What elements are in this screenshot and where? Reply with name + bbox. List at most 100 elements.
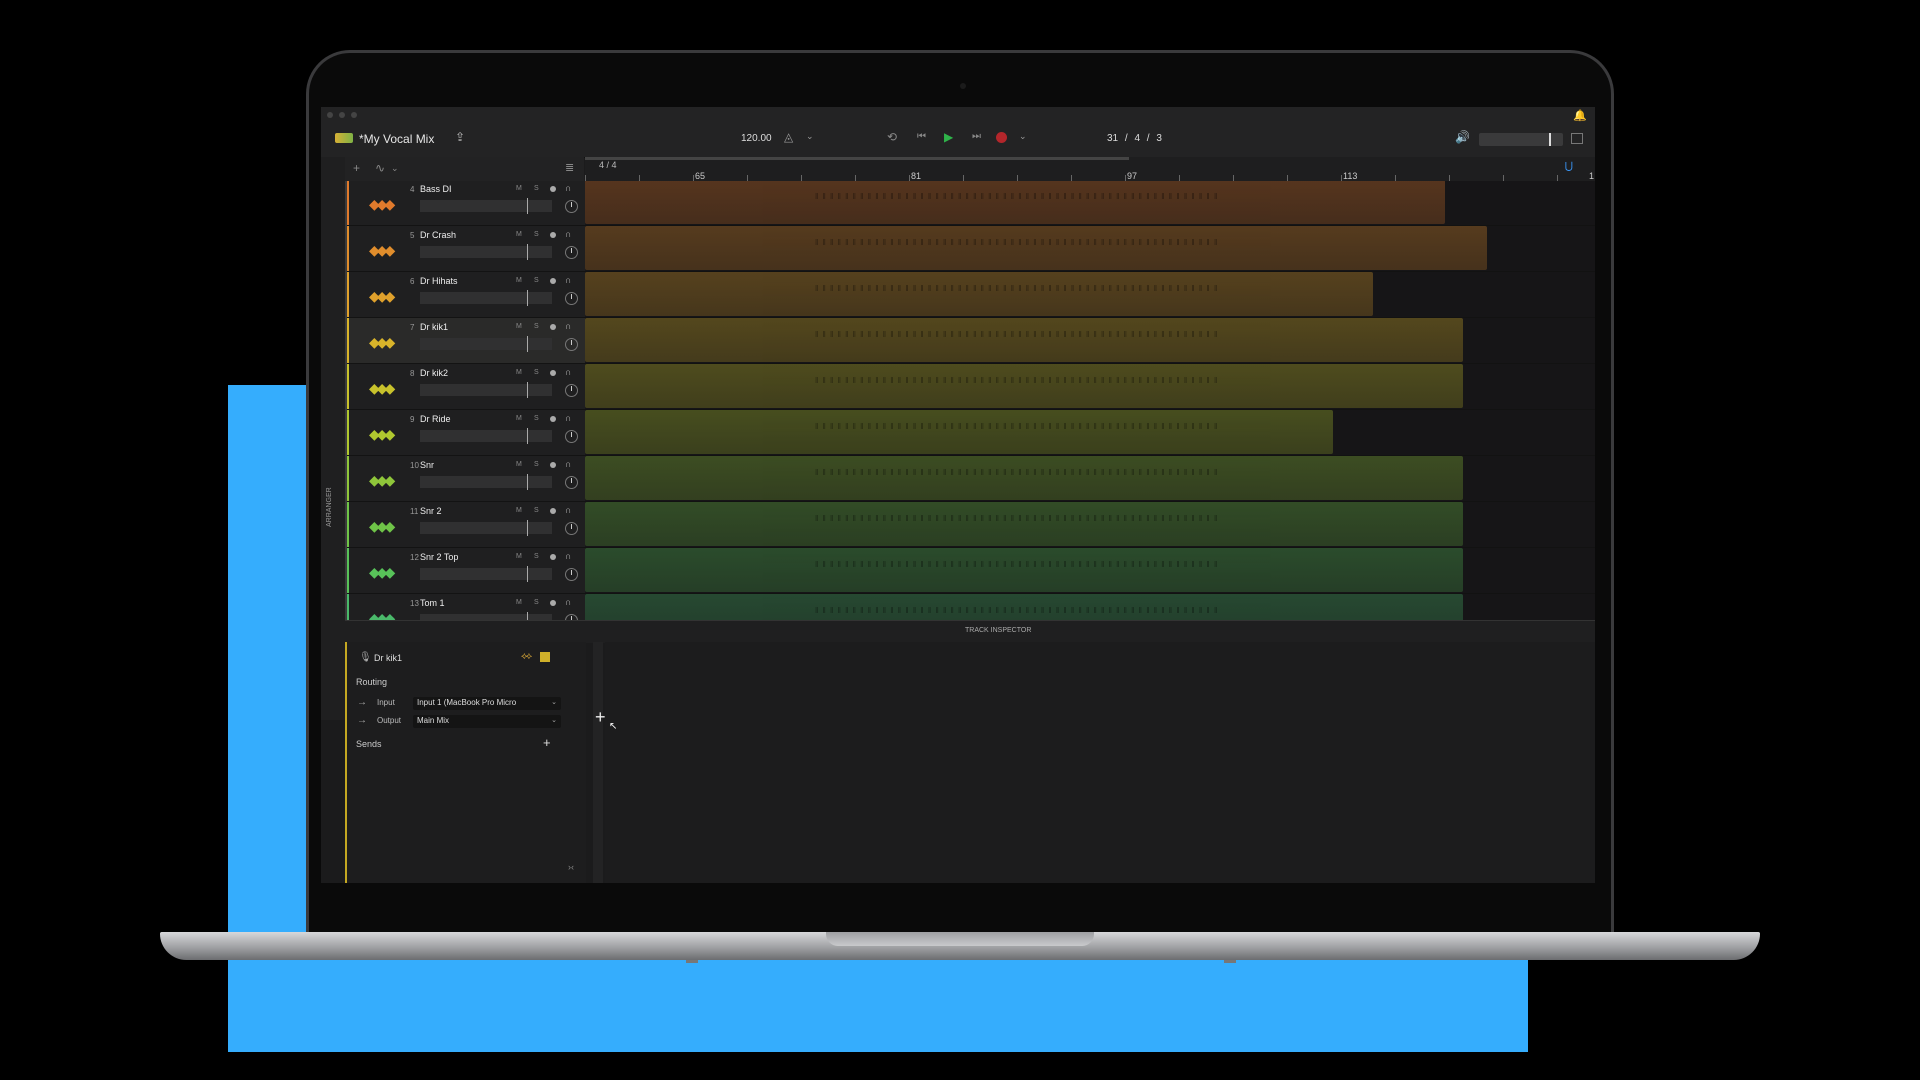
track-lane[interactable]: ‖ ‖ ‖ ‖ ‖ ‖ ‖ ‖ ‖ ‖ ‖ ‖ ‖ ‖ ‖ ‖ ‖ ‖ ‖ ‖ … <box>585 502 1595 548</box>
volume-icon[interactable]: 🔊 <box>1455 130 1470 144</box>
inspector-divider[interactable] <box>593 642 603 883</box>
volume-fader[interactable] <box>420 430 552 442</box>
pan-knob[interactable] <box>565 200 578 213</box>
output-select[interactable]: Main Mix ⌄ <box>413 715 561 728</box>
track-row[interactable]: ◆◆◆ 4 Bass DI M S ∩ <box>347 181 586 226</box>
headphones-icon[interactable]: ∩ <box>565 321 571 331</box>
volume-fader[interactable] <box>420 568 552 580</box>
track-row[interactable]: ◆◆◆ 10 Snr M S ∩ <box>347 456 586 502</box>
snap-magnet-icon[interactable]: ⋃ <box>1565 161 1573 172</box>
solo-button[interactable]: S <box>534 185 539 192</box>
bell-icon[interactable]: 🔔 <box>1573 109 1587 122</box>
track-name[interactable]: Tom 1 <box>420 598 445 608</box>
volume-fader[interactable] <box>420 384 552 396</box>
track-lane[interactable]: ‖ ‖ ‖ ‖ ‖ ‖ ‖ ‖ ‖ ‖ ‖ ‖ ‖ ‖ ‖ ‖ ‖ ‖ ‖ ‖ … <box>585 226 1595 272</box>
fader-thumb[interactable] <box>527 336 528 352</box>
arrange-lanes[interactable]: ‖ ‖ ‖ ‖ ‖ ‖ ‖ ‖ ‖ ‖ ‖ ‖ ‖ ‖ ‖ ‖ ‖ ‖ ‖ ‖ … <box>585 181 1595 620</box>
horizontal-scrollbar[interactable] <box>585 157 1129 160</box>
mute-button[interactable]: M <box>516 553 522 560</box>
pan-knob[interactable] <box>565 476 578 489</box>
skip-back-icon[interactable]: ⏮ <box>917 131 926 142</box>
tempo-display[interactable]: 120.00 <box>741 133 772 144</box>
mute-button[interactable]: M <box>516 277 522 284</box>
pan-knob[interactable] <box>565 568 578 581</box>
track-lane[interactable]: ‖ ‖ ‖ ‖ ‖ ‖ ‖ ‖ ‖ ‖ ‖ ‖ ‖ ‖ ‖ ‖ ‖ ‖ ‖ ‖ … <box>585 181 1595 226</box>
list-icon[interactable]: ≣ <box>565 161 574 174</box>
track-name[interactable]: Snr 2 Top <box>420 552 458 562</box>
pan-knob[interactable] <box>565 292 578 305</box>
track-row[interactable]: ◆◆◆ 5 Dr Crash M S ∩ <box>347 226 586 272</box>
metronome-icon[interactable]: ◬ <box>784 130 793 144</box>
track-name[interactable]: Snr <box>420 460 434 470</box>
pan-knob[interactable] <box>565 338 578 351</box>
solo-button[interactable]: S <box>534 507 539 514</box>
share-icon[interactable]: ⇪ <box>455 130 465 144</box>
track-name[interactable]: Snr 2 <box>420 506 442 516</box>
pan-knob[interactable] <box>565 430 578 443</box>
headphones-icon[interactable]: ∩ <box>565 413 571 423</box>
track-lane[interactable]: ‖ ‖ ‖ ‖ ‖ ‖ ‖ ‖ ‖ ‖ ‖ ‖ ‖ ‖ ‖ ‖ ‖ ‖ ‖ ‖ … <box>585 410 1595 456</box>
headphones-icon[interactable]: ∩ <box>565 229 571 239</box>
solo-button[interactable]: S <box>534 323 539 330</box>
record-arm-button[interactable] <box>550 370 556 376</box>
track-lane[interactable]: ‖ ‖ ‖ ‖ ‖ ‖ ‖ ‖ ‖ ‖ ‖ ‖ ‖ ‖ ‖ ‖ ‖ ‖ ‖ ‖ … <box>585 272 1595 318</box>
track-lane[interactable]: ‖ ‖ ‖ ‖ ‖ ‖ ‖ ‖ ‖ ‖ ‖ ‖ ‖ ‖ ‖ ‖ ‖ ‖ ‖ ‖ … <box>585 456 1595 502</box>
record-arm-button[interactable] <box>550 554 556 560</box>
position-display[interactable]: 31 / 4 / 3 <box>1107 133 1162 144</box>
track-lane[interactable]: ‖ ‖ ‖ ‖ ‖ ‖ ‖ ‖ ‖ ‖ ‖ ‖ ‖ ‖ ‖ ‖ ‖ ‖ ‖ ‖ … <box>585 318 1595 364</box>
add-track-icon[interactable]: + <box>353 161 360 175</box>
track-name[interactable]: Dr Crash <box>420 230 456 240</box>
mute-button[interactable]: M <box>516 323 522 330</box>
mute-button[interactable]: M <box>516 461 522 468</box>
solo-button[interactable]: S <box>534 277 539 284</box>
headphones-icon[interactable]: ∩ <box>565 367 571 377</box>
track-lane[interactable]: ‖ ‖ ‖ ‖ ‖ ‖ ‖ ‖ ‖ ‖ ‖ ‖ ‖ ‖ ‖ ‖ ‖ ‖ ‖ ‖ … <box>585 594 1595 620</box>
zoom-dot[interactable] <box>351 112 357 118</box>
fader-thumb[interactable] <box>527 520 528 536</box>
input-select[interactable]: Input 1 (MacBook Pro Micro ⌄ <box>413 697 561 710</box>
track-row[interactable]: ◆◆◆ 11 Snr 2 M S ∩ <box>347 502 586 548</box>
solo-button[interactable]: S <box>534 415 539 422</box>
track-row[interactable]: ◆◆◆ 12 Snr 2 Top M S ∩ <box>347 548 586 594</box>
mute-button[interactable]: M <box>516 185 522 192</box>
mute-button[interactable]: M <box>516 231 522 238</box>
fader-thumb[interactable] <box>527 566 528 582</box>
track-lane[interactable]: ‖ ‖ ‖ ‖ ‖ ‖ ‖ ‖ ‖ ‖ ‖ ‖ ‖ ‖ ‖ ‖ ‖ ‖ ‖ ‖ … <box>585 548 1595 594</box>
timeline-ruler[interactable]: 4 / 4 65 81 97 113 1 ⋃ <box>585 157 1595 182</box>
fader-thumb[interactable] <box>527 428 528 444</box>
solo-button[interactable]: S <box>534 599 539 606</box>
fader-thumb[interactable] <box>527 198 528 214</box>
pan-knob[interactable] <box>565 384 578 397</box>
track-row[interactable]: ◆◆◆ 7 Dr kik1 M S ∩ <box>347 318 586 364</box>
fader-thumb[interactable] <box>527 244 528 260</box>
collapse-icon[interactable]: ›‹ <box>568 862 574 872</box>
track-row[interactable]: ◆◆◆ 8 Dr kik2 M S ∩ <box>347 364 586 410</box>
headphones-icon[interactable]: ∩ <box>565 505 571 515</box>
automation-icon[interactable]: ∿ <box>375 161 385 175</box>
fader-thumb[interactable] <box>527 290 528 306</box>
track-name[interactable]: Dr kik1 <box>420 322 448 332</box>
inspector-track-name[interactable]: Dr kik1 <box>374 653 402 663</box>
volume-fader[interactable] <box>420 200 552 212</box>
add-send-icon[interactable]: + <box>543 735 551 750</box>
fader-thumb[interactable] <box>527 612 528 620</box>
track-name[interactable]: Bass DI <box>420 184 452 194</box>
headphones-icon[interactable]: ∩ <box>565 183 571 193</box>
mute-button[interactable]: M <box>516 415 522 422</box>
play-icon[interactable]: ▶ <box>944 130 953 144</box>
track-name[interactable]: Dr Ride <box>420 414 451 424</box>
record-arm-button[interactable] <box>550 278 556 284</box>
chevron-down-icon[interactable]: ⌄ <box>391 163 399 174</box>
close-dot[interactable] <box>327 112 333 118</box>
volume-slider-thumb[interactable] <box>1549 133 1551 146</box>
audio-region[interactable]: ‖ ‖ ‖ ‖ ‖ ‖ ‖ ‖ ‖ ‖ ‖ ‖ ‖ ‖ ‖ ‖ ‖ ‖ ‖ ‖ … <box>585 272 1373 316</box>
arranger-strip[interactable]: ARRANGER <box>321 157 346 720</box>
audio-region[interactable]: ‖ ‖ ‖ ‖ ‖ ‖ ‖ ‖ ‖ ‖ ‖ ‖ ‖ ‖ ‖ ‖ ‖ ‖ ‖ ‖ … <box>585 181 1445 224</box>
solo-button[interactable]: S <box>534 369 539 376</box>
solo-button[interactable]: S <box>534 461 539 468</box>
audio-region[interactable]: ‖ ‖ ‖ ‖ ‖ ‖ ‖ ‖ ‖ ‖ ‖ ‖ ‖ ‖ ‖ ‖ ‖ ‖ ‖ ‖ … <box>585 410 1333 454</box>
volume-fader[interactable] <box>420 292 552 304</box>
track-row[interactable]: ◆◆◆ 13 Tom 1 M S ∩ <box>347 594 586 620</box>
record-arm-button[interactable] <box>550 462 556 468</box>
record-arm-button[interactable] <box>550 508 556 514</box>
